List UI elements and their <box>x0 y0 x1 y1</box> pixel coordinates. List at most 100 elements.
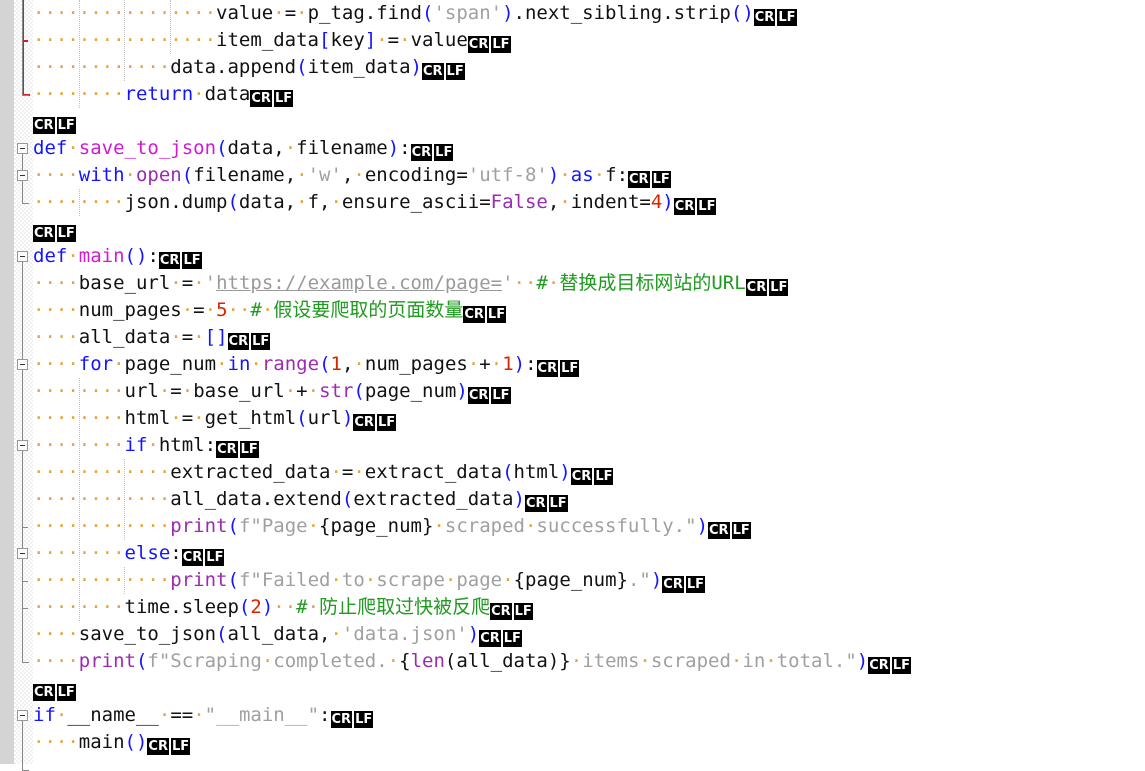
code-line[interactable]: ····all_data·=·[]CR LF <box>33 324 1145 351</box>
code-token-plain: ·f, <box>296 191 331 213</box>
code-token-plain: ·num_pages· <box>353 353 480 375</box>
code-token-plain: =· <box>181 407 205 429</box>
code-line[interactable]: ····base_url·=·'https://example.com/page… <box>33 270 1145 297</box>
code-line[interactable]: ············data.append(item_data)CR LF <box>33 54 1145 81</box>
code-token-punct: ( <box>296 56 308 78</box>
code-token-punct: ( <box>421 2 434 24</box>
code-editor[interactable]: ················value·=·p_tag.find('span… <box>0 0 1145 771</box>
code-token-punct: ) <box>341 407 354 429</box>
whitespace-dot: · <box>296 191 308 213</box>
code-token-link[interactable]: https://example.com/page= <box>216 272 502 294</box>
code-line[interactable]: ········time.sleep(2)··#·防止爬取过快被反爬CR LF <box>33 594 1145 621</box>
code-token-punct: ( <box>135 650 148 672</box>
code-token-str: 'w' <box>307 164 342 186</box>
code-line[interactable]: CR LF <box>33 216 1145 243</box>
code-line[interactable]: ········else:CR LF <box>33 540 1145 567</box>
fold-toggle-collapse[interactable] <box>17 359 28 370</box>
eol-lf-badge: LF <box>491 387 511 404</box>
code-line[interactable]: ············all_data.extend(extracted_da… <box>33 486 1145 513</box>
eol-cr-badge: CR <box>227 333 250 350</box>
eol-lf-badge: LF <box>697 198 717 215</box>
code-token-plain: html <box>513 461 560 483</box>
code-line[interactable]: ················value·=·p_tag.find('span… <box>33 0 1145 27</box>
code-token-plain: ·filename <box>284 137 388 159</box>
code-token-fn: main <box>78 245 125 267</box>
code-line[interactable]: ····with·open(filename,·'w',·encoding='u… <box>33 162 1145 189</box>
code-token-plain: key <box>330 29 365 51</box>
code-line[interactable]: ············print(f"Page·{page_num}·scra… <box>33 513 1145 540</box>
code-line[interactable]: ········return·dataCR LF <box>33 81 1145 108</box>
code-token-plain: : <box>319 704 331 726</box>
code-token-plain: =· <box>193 299 217 321</box>
code-token-num: 1 <box>502 353 514 375</box>
code-line[interactable]: ············extracted_data·=·extract_dat… <box>33 459 1145 486</box>
whitespace-dot: · <box>216 353 228 375</box>
whitespace-dot: · <box>158 704 171 726</box>
indent-whitespace-dots: ···· <box>33 731 79 753</box>
fold-toggle-collapse[interactable] <box>17 440 28 451</box>
code-token-kw: in <box>227 353 251 375</box>
fold-toggle-collapse[interactable] <box>17 170 28 181</box>
code-line[interactable]: ····main()CR LF <box>33 729 1145 756</box>
code-token-punct: ) <box>696 515 709 537</box>
code-token-kw: def <box>33 245 68 267</box>
eol-lf-badge: LF <box>513 603 533 620</box>
fold-toggle-collapse[interactable] <box>17 710 28 721</box>
eol-lf-badge: LF <box>434 144 454 161</box>
eol-lf-badge: LF <box>445 63 465 80</box>
code-token-plain: {page_num} <box>513 569 628 591</box>
fold-toggle-collapse[interactable] <box>17 548 28 559</box>
code-text-area[interactable]: ················value·=·p_tag.find('span… <box>33 0 1145 764</box>
eol-lf-badge: LF <box>205 549 225 566</box>
code-line[interactable]: ············print(f"Failed·to·scrape·pag… <box>33 567 1145 594</box>
code-line[interactable]: CR LF <box>33 108 1145 135</box>
eol-cr-badge: CR <box>490 603 512 620</box>
eol-cr-badge: CR <box>536 360 559 377</box>
code-line[interactable]: def·main():CR LF <box>33 243 1145 270</box>
eol-cr-badge: CR <box>673 198 696 215</box>
indent-whitespace-dots: ···· <box>33 623 79 645</box>
whitespace-dot: · <box>193 272 205 294</box>
whitespace-dot: · <box>113 353 125 375</box>
code-line[interactable]: ········if·html:CR LF <box>33 432 1145 459</box>
eol-lf-badge: LF <box>560 360 580 377</box>
whitespace-dot: · <box>193 326 205 348</box>
whitespace-dot: · <box>570 650 583 672</box>
code-line[interactable]: ····print(f"Scraping·completed.·{len(all… <box>33 648 1145 675</box>
code-token-plain: item_data <box>216 29 319 51</box>
fold-toggle-collapse[interactable] <box>17 143 28 154</box>
code-token-punct: ) <box>513 488 525 510</box>
code-token-kw: if <box>124 434 148 456</box>
code-folding-gutter[interactable] <box>14 0 33 771</box>
indent-whitespace-dots: ···· <box>33 650 79 672</box>
code-line[interactable]: CR LF <box>33 675 1145 702</box>
whitespace-dot: · <box>524 515 537 537</box>
code-line[interactable]: if·__name__·==·"__main__":CR LF <box>33 702 1145 729</box>
whitespace-dot: · <box>639 650 651 672</box>
code-token-plain: ·f: <box>593 164 629 186</box>
code-line[interactable]: ····num_pages·=·5··#·假设要爬取的页面数量CR LF <box>33 297 1145 324</box>
eol-cr-badge: CR <box>33 684 55 701</box>
code-token-cmt: #·防止爬取过快被反爬 <box>296 596 491 618</box>
code-line[interactable]: ····save_to_json(all_data,·'data.json')C… <box>33 621 1145 648</box>
code-token-plain: base_url· <box>193 380 297 402</box>
code-line[interactable]: ········json.dump(data,·f,·ensure_ascii=… <box>33 189 1145 216</box>
whitespace-dot: · <box>765 650 777 672</box>
code-line[interactable]: ················item_data[key]·=·valueCR… <box>33 27 1145 54</box>
eol-cr-badge: CR <box>745 279 768 296</box>
fold-region-line <box>22 262 23 662</box>
code-token-kw: else <box>124 542 171 564</box>
code-token-plain: ·html: <box>147 434 217 456</box>
code-line[interactable]: ····for·page_num·in·range(1,·num_pages·+… <box>33 351 1145 378</box>
fold-branch-tick <box>22 527 28 528</box>
code-line[interactable]: def·save_to_json(data,·filename):CR LF <box>33 135 1145 162</box>
code-token-fn: save_to_json <box>78 137 217 159</box>
code-token-plain: : <box>147 245 159 267</box>
code-token-plain: { <box>399 650 411 672</box>
code-token-plain: · <box>67 245 78 267</box>
fold-toggle-collapse[interactable] <box>17 251 28 262</box>
code-token-punct: ) <box>261 596 274 618</box>
code-line[interactable]: ········url·=·base_url·+·str(page_num)CR… <box>33 378 1145 405</box>
code-line[interactable]: ········html·=·get_html(url)CR LF <box>33 405 1145 432</box>
code-token-punct: ( <box>502 461 514 483</box>
